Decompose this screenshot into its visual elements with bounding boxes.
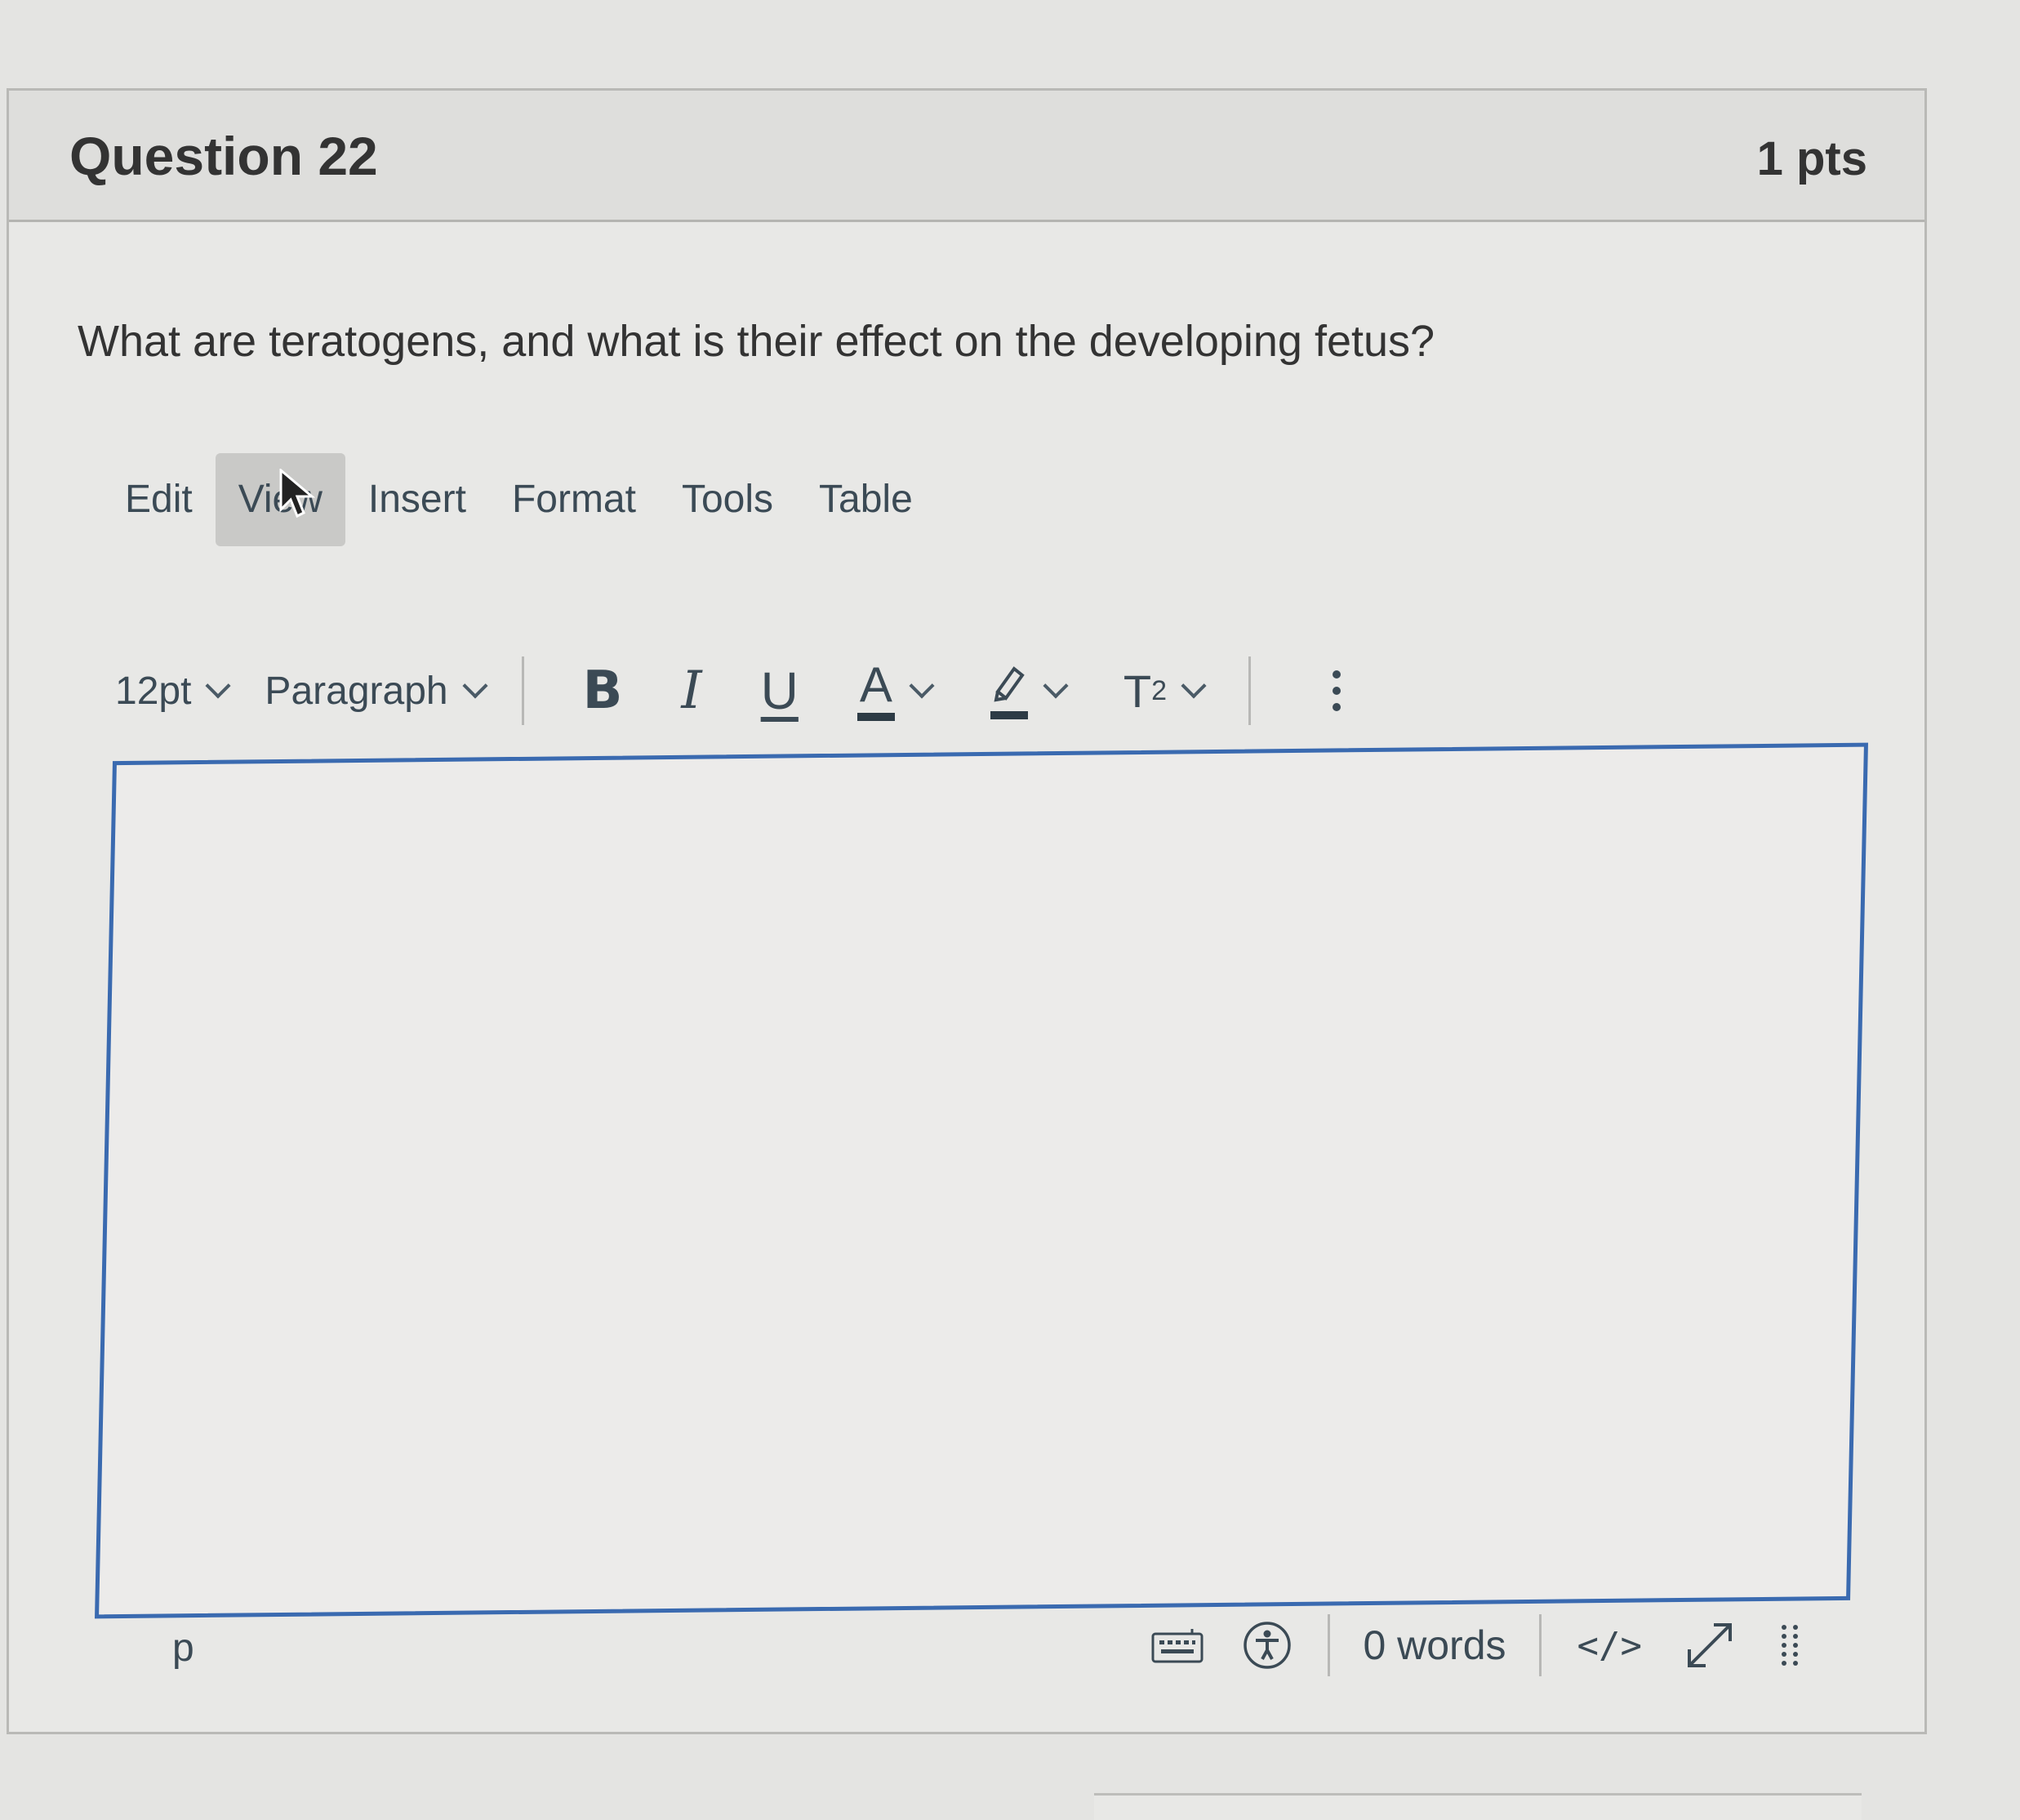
rich-text-editor[interactable] bbox=[95, 742, 1868, 1619]
bold-button[interactable]: B bbox=[583, 661, 623, 721]
element-path[interactable]: p bbox=[172, 1626, 194, 1671]
resize-handle-icon[interactable] bbox=[1778, 1622, 1802, 1668]
question-prompt: What are teratogens, and what is their e… bbox=[78, 317, 1435, 366]
superscript-base: T bbox=[1123, 665, 1152, 717]
highlighter-icon bbox=[990, 662, 1029, 719]
next-question-card-edge bbox=[1094, 1793, 1862, 1820]
text-color-button[interactable]: A bbox=[856, 657, 935, 721]
text-color-letter: A bbox=[859, 657, 892, 712]
question-card: Question 22 1 pts What are teratogens, a… bbox=[7, 88, 1927, 1734]
fullscreen-icon[interactable] bbox=[1681, 1617, 1738, 1674]
block-format-value: Paragraph bbox=[265, 669, 448, 713]
statusbar-tools: 0 words </> bbox=[1132, 1613, 1822, 1678]
chevron-down-icon[interactable] bbox=[1181, 673, 1207, 699]
toolbar-divider bbox=[1248, 656, 1251, 725]
statusbar-divider bbox=[1328, 1614, 1331, 1676]
underline-button[interactable]: U bbox=[761, 661, 799, 721]
italic-button[interactable]: I bbox=[681, 661, 701, 721]
menu-insert[interactable]: Insert bbox=[345, 453, 489, 546]
statusbar-divider bbox=[1538, 1614, 1542, 1676]
editor-toolbar: 12pt Paragraph B I U A T 2 bbox=[115, 646, 1341, 736]
editor-statusbar: p 0 words </> bbox=[172, 1614, 1805, 1691]
toolbar-divider bbox=[521, 656, 524, 725]
highlight-color-button[interactable] bbox=[990, 662, 1069, 719]
question-header: Question 22 1 pts bbox=[9, 91, 1924, 222]
chevron-down-icon bbox=[205, 673, 231, 699]
keyboard-icon[interactable] bbox=[1151, 1627, 1204, 1663]
mouse-cursor-icon bbox=[279, 469, 315, 518]
menu-tools[interactable]: Tools bbox=[659, 453, 796, 546]
editor-menubar: Edit View Insert Format Tools Table bbox=[102, 453, 936, 546]
question-points: 1 pts bbox=[1756, 132, 1867, 185]
accessibility-icon[interactable] bbox=[1243, 1621, 1292, 1670]
question-title: Question 22 bbox=[69, 126, 378, 186]
text-color-icon: A bbox=[856, 657, 895, 721]
word-count[interactable]: 0 words bbox=[1363, 1622, 1506, 1669]
chevron-down-icon bbox=[462, 673, 488, 699]
chevron-down-icon[interactable] bbox=[909, 673, 935, 699]
block-format-dropdown[interactable]: Paragraph bbox=[265, 669, 488, 714]
menu-edit[interactable]: Edit bbox=[102, 453, 216, 546]
font-size-dropdown[interactable]: 12pt bbox=[115, 669, 231, 714]
text-color-swatch bbox=[856, 713, 895, 721]
superscript-button[interactable]: T2 bbox=[1123, 665, 1207, 718]
more-vertical-icon[interactable] bbox=[1333, 670, 1341, 711]
font-size-value: 12pt bbox=[115, 669, 192, 713]
menu-format[interactable]: Format bbox=[489, 453, 659, 546]
menu-table[interactable]: Table bbox=[796, 453, 936, 546]
html-editor-toggle[interactable]: </> bbox=[1577, 1625, 1642, 1666]
superscript-exponent: 2 bbox=[1151, 674, 1167, 706]
highlight-color-swatch bbox=[990, 711, 1028, 719]
chevron-down-icon[interactable] bbox=[1043, 673, 1069, 699]
highlighter-glyph bbox=[994, 666, 1025, 702]
